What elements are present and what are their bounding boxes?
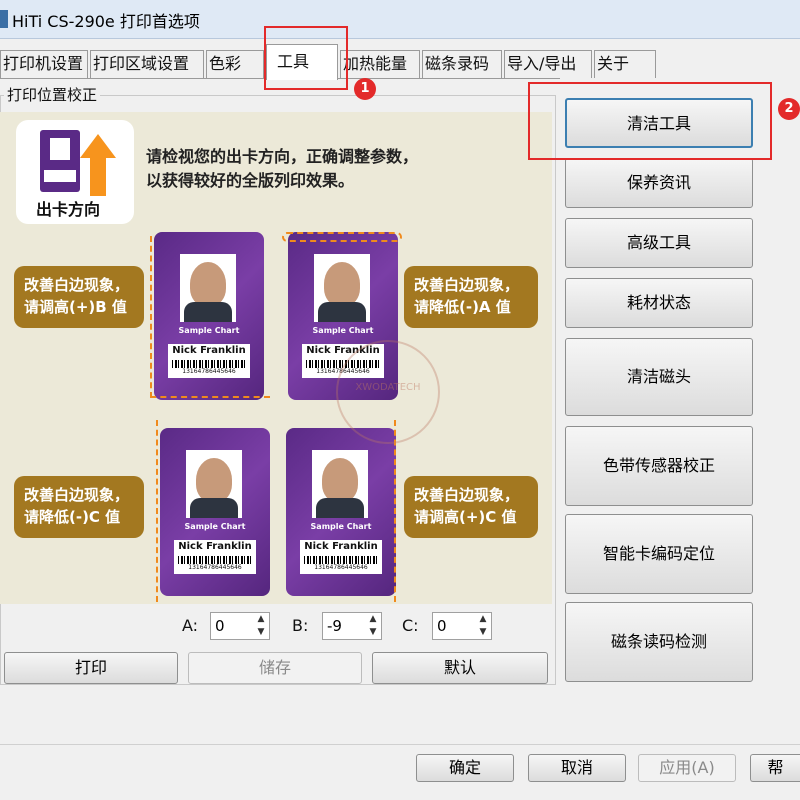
tab-about[interactable]: 关于 — [594, 50, 656, 78]
spinner-b-input[interactable] — [323, 613, 363, 639]
card-namebar: Nick Franklin 13164786445646 — [300, 540, 382, 574]
instruction-text: 请检视您的出卡方向，正确调整参数， 以获得较好的全版列印效果。 — [146, 145, 526, 193]
mag-stripe-read-test-button[interactable]: 磁条读码检测 — [565, 602, 753, 682]
callout-line: 请降低(-)A 值 — [414, 298, 511, 316]
spinner-a-buttons: ▲ ▼ — [253, 613, 269, 639]
dash-edge-b — [150, 236, 152, 398]
ok-button[interactable]: 确定 — [416, 754, 514, 782]
watermark-stamp: XWODATECH — [336, 340, 440, 444]
spinner-a: ▲ ▼ — [210, 612, 270, 640]
apply-button[interactable]: 应用(A) — [638, 754, 736, 782]
tab-mag-encoding[interactable]: 磁条录码 — [422, 50, 502, 78]
spinner-c-label: C: — [402, 616, 419, 635]
group-label: 打印位置校正 — [4, 84, 101, 105]
card-sample-text: Sample Chart — [310, 522, 372, 531]
tab-printer-settings[interactable]: 打印机设置 — [0, 50, 88, 78]
annotation-box-clean-tools — [528, 82, 772, 160]
arrow-up-icon — [80, 134, 116, 196]
consumables-status-button[interactable]: 耗材状态 — [565, 278, 753, 328]
spinner-c-down-icon[interactable]: ▼ — [475, 626, 491, 639]
card-sample-text: Sample Chart — [178, 326, 240, 335]
card-photo — [312, 450, 368, 518]
callout-line: 改善白边现象， — [414, 486, 520, 504]
annotation-marker-2: 2 — [778, 98, 800, 120]
print-button[interactable]: 打印 — [4, 652, 178, 684]
card-sample-text: Sample Chart — [312, 326, 374, 335]
spinner-c-input[interactable] — [433, 613, 473, 639]
maintenance-info-button[interactable]: 保养资讯 — [565, 158, 753, 208]
smartcard-encode-position-button[interactable]: 智能卡编码定位 — [565, 514, 753, 594]
out-direction-label: 出卡方向 — [36, 200, 101, 219]
app-icon — [0, 10, 8, 28]
card-photo — [314, 254, 370, 322]
spinner-b-up-icon[interactable]: ▲ — [365, 613, 381, 626]
card-photo — [186, 450, 242, 518]
callout-line: 改善白边现象， — [24, 486, 130, 504]
default-button[interactable]: 默认 — [372, 652, 548, 684]
annotation-marker-1: 1 — [354, 78, 376, 100]
spinner-a-down-icon[interactable]: ▼ — [253, 626, 269, 639]
spinner-b: ▲ ▼ — [322, 612, 382, 640]
card-number: 13164786445646 — [188, 564, 242, 571]
sample-card-bottom-right: Sample Chart Nick Franklin 13164786445646 — [286, 428, 396, 596]
card-number: 13164786445646 — [314, 564, 368, 571]
window-title: HiTi CS-290e 打印首选项 — [12, 12, 200, 31]
callout-line: 改善白边现象， — [414, 276, 520, 294]
card-namebar: Nick Franklin 13164786445646 — [174, 540, 256, 574]
dash-edge-c-right — [394, 420, 396, 602]
title-bar: HiTi CS-290e 打印首选项 — [0, 0, 800, 39]
card-name: Nick Franklin — [304, 541, 378, 552]
callout-line: 请调高(+)C 值 — [414, 508, 517, 526]
tab-tools[interactable]: 工具 — [266, 44, 338, 80]
spinner-b-down-icon[interactable]: ▼ — [365, 626, 381, 639]
sample-card-top-left: Sample Chart Nick Franklin 13164786445646 — [154, 232, 264, 400]
spinner-a-up-icon[interactable]: ▲ — [253, 613, 269, 626]
callout-bottom-left: 改善白边现象， 请降低(-)C 值 — [14, 476, 144, 538]
card-barcode — [304, 556, 378, 564]
card-number: 13164786445646 — [182, 368, 236, 375]
tab-heat-energy[interactable]: 加热能量 — [340, 50, 420, 78]
spinner-c: ▲ ▼ — [432, 612, 492, 640]
mini-card-icon — [40, 130, 80, 192]
tab-color[interactable]: 色彩 — [206, 50, 264, 78]
sample-card-bottom-left: Sample Chart Nick Franklin 13164786445646 — [160, 428, 270, 596]
callout-line: 请降低(-)C 值 — [24, 508, 121, 526]
instruction-line-2: 以获得较好的全版列印效果。 — [146, 171, 355, 190]
card-namebar: Nick Franklin 13164786445646 — [168, 344, 250, 378]
callout-bottom-right: 改善白边现象， 请调高(+)C 值 — [404, 476, 538, 538]
card-photo — [180, 254, 236, 322]
card-sample-text: Sample Chart — [184, 522, 246, 531]
spinner-b-buttons: ▲ ▼ — [365, 613, 381, 639]
card-name: Nick Franklin — [178, 541, 252, 552]
instruction-line-1: 请检视您的出卡方向，正确调整参数， — [146, 147, 419, 166]
tab-import-export[interactable]: 导入/导出 — [504, 50, 592, 78]
spinner-a-input[interactable] — [211, 613, 251, 639]
dash-edge-c-left — [156, 420, 158, 602]
callout-line: 请调高(+)B 值 — [24, 298, 127, 316]
tab-print-area[interactable]: 打印区域设置 — [90, 50, 204, 78]
dash-edge-a — [282, 232, 402, 242]
spinner-b-label: B: — [292, 616, 309, 635]
ribbon-sensor-calibration-button[interactable]: 色带传感器校正 — [565, 426, 753, 506]
footer-divider — [0, 744, 800, 745]
dash-edge-b-bottom — [150, 396, 270, 398]
card-barcode — [178, 556, 252, 564]
card-barcode — [172, 360, 246, 368]
spinner-c-up-icon[interactable]: ▲ — [475, 613, 491, 626]
callout-top-left: 改善白边现象， 请调高(+)B 值 — [14, 266, 144, 328]
callout-line: 改善白边现象， — [24, 276, 130, 294]
cancel-button[interactable]: 取消 — [528, 754, 626, 782]
help-button[interactable]: 帮 — [750, 754, 800, 782]
spinner-a-label: A: — [182, 616, 199, 635]
spinner-c-buttons: ▲ ▼ — [475, 613, 491, 639]
callout-top-right: 改善白边现象， 请降低(-)A 值 — [404, 266, 538, 328]
advanced-tools-button[interactable]: 高级工具 — [565, 218, 753, 268]
card-name: Nick Franklin — [172, 345, 246, 356]
clean-mag-head-button[interactable]: 清洁磁头 — [565, 338, 753, 416]
save-button[interactable]: 储存 — [188, 652, 362, 684]
